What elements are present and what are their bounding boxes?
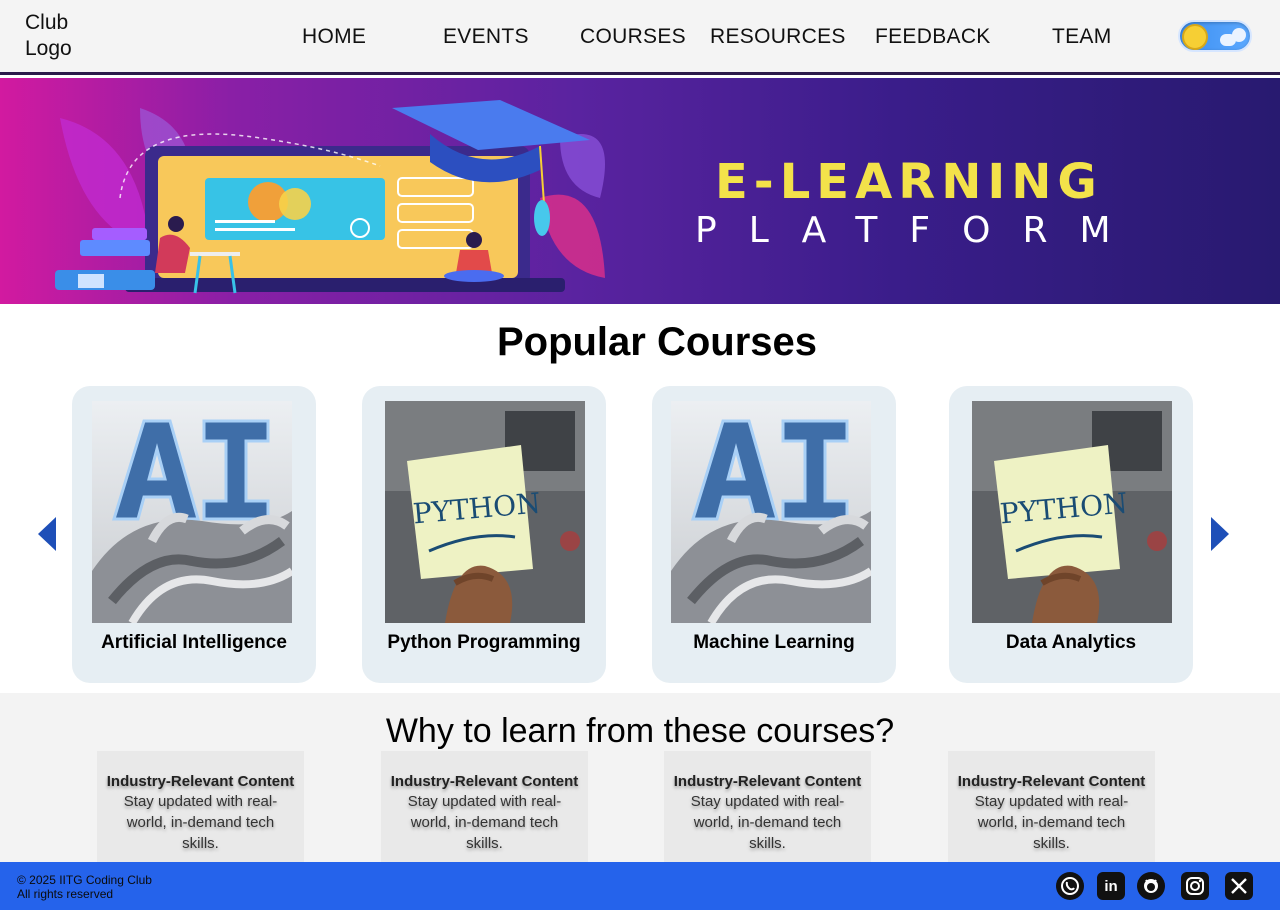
- course-card-ml[interactable]: Machine Learning: [652, 386, 896, 683]
- ai-course-image: [671, 401, 871, 623]
- course-label: Artificial Intelligence: [101, 632, 287, 653]
- carousel-prev-arrow-icon[interactable]: [38, 517, 56, 551]
- feature-heading: Industry-Relevant Content: [106, 773, 295, 790]
- feature-card: Industry-Relevant Content Stay updated w…: [97, 751, 304, 862]
- whatsapp-icon[interactable]: [1056, 872, 1084, 900]
- feature-heading: Industry-Relevant Content: [673, 773, 862, 790]
- footer: © 2025 IITG Coding Club All rights reser…: [0, 862, 1280, 910]
- course-label: Data Analytics: [1005, 632, 1137, 653]
- hero-banner: E-LEARNING PLATFORM: [0, 78, 1280, 304]
- linkedin-icon[interactable]: in: [1097, 872, 1125, 900]
- hero-subtitle: PLATFORM: [695, 210, 1143, 251]
- feature-text: Stay updated with real-world, in-demand …: [974, 793, 1129, 852]
- python-course-image: PYTHON: [385, 401, 585, 623]
- python-course-image: PYTHON: [972, 401, 1172, 623]
- ai-course-image: [92, 401, 292, 623]
- why-title: Why to learn from these courses?: [385, 712, 895, 750]
- nav-resources[interactable]: RESOURCES: [710, 25, 846, 49]
- course-card-ai[interactable]: Artificial Intelligence: [72, 386, 316, 683]
- nav-courses[interactable]: COURSES: [580, 25, 686, 49]
- club-logo[interactable]: Club Logo: [25, 10, 105, 62]
- github-icon[interactable]: [1137, 872, 1165, 900]
- sun-icon: [1182, 24, 1208, 50]
- feature-heading: Industry-Relevant Content: [957, 773, 1146, 790]
- x-icon[interactable]: [1225, 872, 1253, 900]
- cloud-icon: [1232, 28, 1246, 42]
- feature-text: Stay updated with real-world, in-demand …: [690, 793, 845, 852]
- copyright: © 2025 IITG Coding Club All rights reser…: [17, 873, 152, 901]
- feature-card: Industry-Relevant Content Stay updated w…: [381, 751, 588, 862]
- feature-text: Stay updated with real-world, in-demand …: [407, 793, 562, 852]
- rights-text: All rights reserved: [17, 887, 114, 901]
- instagram-icon[interactable]: [1181, 872, 1209, 900]
- nav-feedback[interactable]: FEEDBACK: [875, 25, 991, 49]
- course-label: Machine Learning: [693, 632, 855, 653]
- elearning-illustration: [55, 100, 605, 294]
- course-label: Python Programming: [387, 632, 581, 653]
- nav-home[interactable]: HOME: [302, 25, 366, 49]
- navbar: Club Logo HOME EVENTS COURSES RESOURCES …: [0, 0, 1280, 75]
- course-card-data-analytics[interactable]: PYTHON Data Analytics: [949, 386, 1193, 683]
- copyright-text: © 2025 IITG Coding Club: [17, 873, 152, 887]
- carousel-next-arrow-icon[interactable]: [1211, 517, 1229, 551]
- feature-text: Stay updated with real-world, in-demand …: [123, 793, 278, 852]
- popular-courses-title: Popular Courses: [496, 320, 818, 364]
- hero-title: E-LEARNING: [715, 154, 1103, 210]
- nav-team[interactable]: TEAM: [1052, 25, 1112, 49]
- course-card-python[interactable]: PYTHON Python Programming: [362, 386, 606, 683]
- theme-toggle[interactable]: [1178, 20, 1252, 52]
- feature-heading: Industry-Relevant Content: [390, 773, 579, 790]
- nav-events[interactable]: EVENTS: [443, 25, 529, 49]
- feature-card: Industry-Relevant Content Stay updated w…: [948, 751, 1155, 862]
- feature-card: Industry-Relevant Content Stay updated w…: [664, 751, 871, 862]
